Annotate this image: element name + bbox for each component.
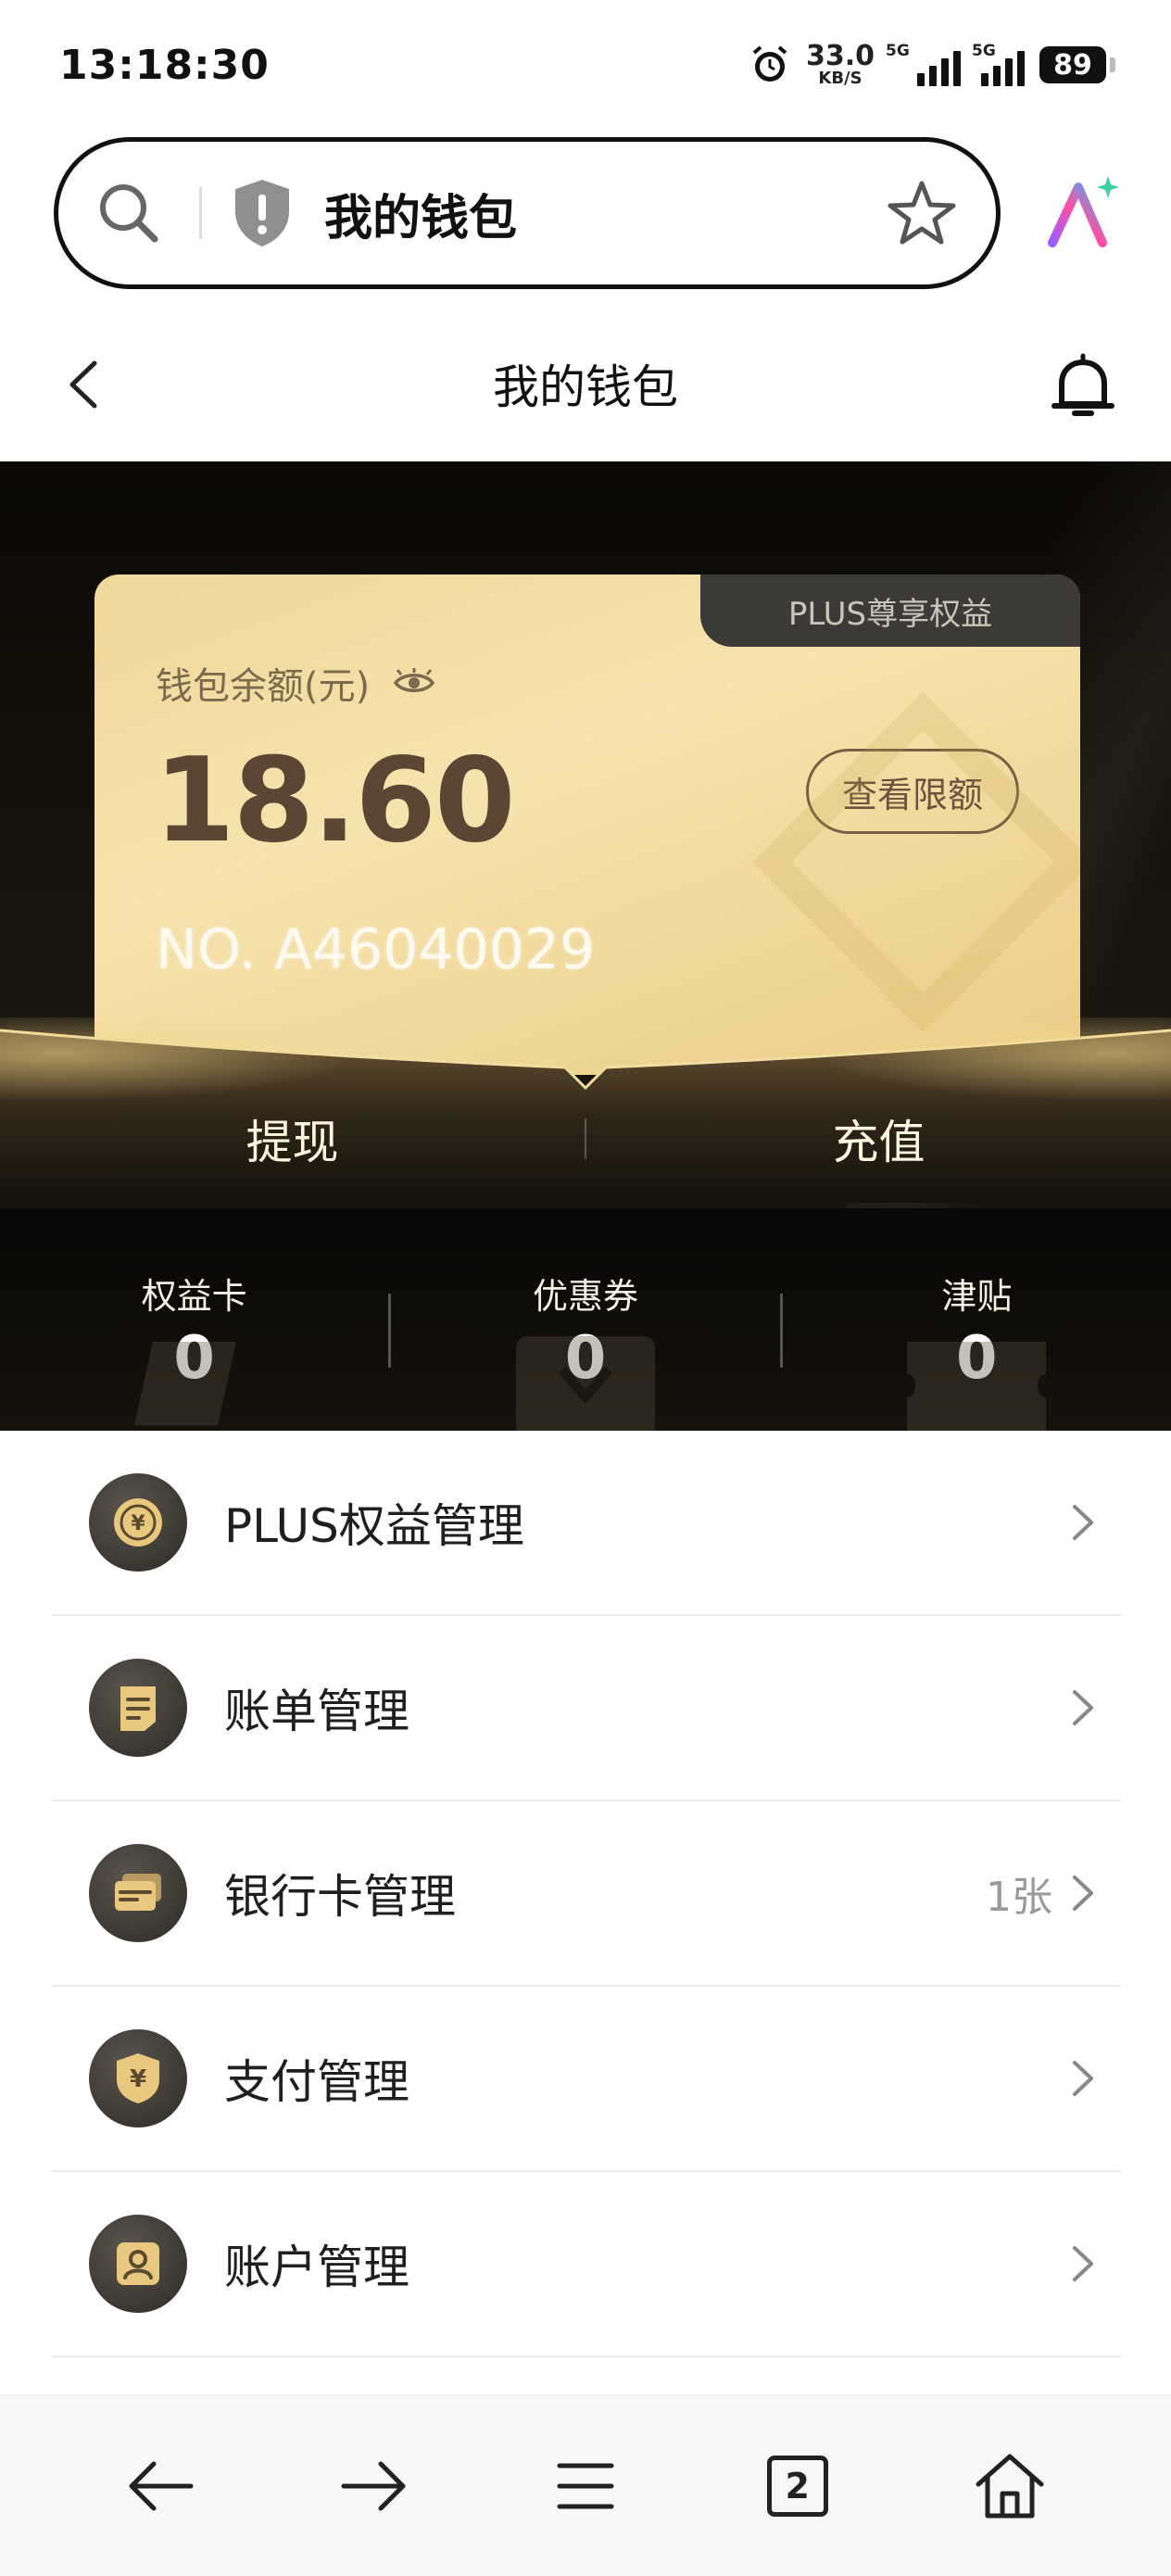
status-icons: 33.0 KB/S 5G 5G 89 — [749, 42, 1115, 87]
ai-assistant-icon[interactable] — [1041, 172, 1123, 254]
bank-card-icon — [89, 1844, 187, 1942]
nav-forward-button[interactable] — [327, 2440, 420, 2532]
net-speed-value: 33.0 — [805, 40, 875, 72]
signal-1-icon: 5G — [886, 42, 961, 86]
svg-text:¥: ¥ — [130, 2065, 146, 2093]
back-chevron-icon[interactable] — [56, 352, 111, 417]
menu-item-label: 账单管理 — [224, 1685, 409, 1738]
wallet-card: PLUS尊享权益 钱包余额(元) 18.60 查看限额 NO. A4604002… — [94, 575, 1080, 1075]
nav-back-button[interactable] — [115, 2440, 208, 2532]
nav-home-button[interactable] — [963, 2440, 1056, 2532]
stat-label: 权益卡 — [141, 1276, 247, 1317]
address-divider — [199, 187, 202, 239]
arrow-right-icon — [341, 2461, 406, 2510]
stat-label: 津贴 — [941, 1276, 1013, 1317]
status-bar: 13:18:30 33.0 KB/S 5G 5G 89 — [0, 0, 1171, 130]
bill-icon — [89, 1659, 187, 1757]
benefit-card-ghost-icon — [133, 1342, 236, 1425]
recharge-button[interactable]: 充值 — [586, 1105, 1171, 1172]
browser-address-row: 我的钱包 — [0, 135, 1171, 293]
battery-cap-icon — [1110, 57, 1115, 72]
menu-item-plus-benefits[interactable]: ¥ PLUS权益管理 — [52, 1431, 1121, 1616]
battery-indicator: 89 — [1039, 46, 1106, 83]
menu-item-label: 账户管理 — [224, 2241, 409, 2294]
chevron-right-icon — [1073, 2246, 1093, 2281]
chevron-right-icon — [1073, 1505, 1093, 1540]
stat-allowance[interactable]: 津贴 0 — [783, 1208, 1171, 1431]
chevron-right-icon — [1073, 2061, 1093, 2096]
menu-item-extra: 1张 — [986, 1874, 1052, 1921]
stat-coupon[interactable]: 优惠券 0 — [391, 1208, 779, 1431]
menu-item-label: 银行卡管理 — [224, 1870, 456, 1924]
wallet-card-number: NO. A46040029 — [156, 917, 596, 982]
browser-bottom-nav: 2 — [0, 2394, 1171, 2576]
search-icon[interactable] — [92, 176, 166, 250]
address-bar[interactable]: 我的钱包 — [54, 137, 1001, 289]
bell-icon[interactable] — [1049, 350, 1117, 424]
svg-text:¥: ¥ — [131, 1512, 145, 1535]
menu-item-bill[interactable]: 账单管理 — [52, 1616, 1121, 1801]
net-speed-unit: KB/S — [818, 69, 863, 88]
nav-tabs-button[interactable]: 2 — [751, 2440, 844, 2532]
tabs-count-icon: 2 — [766, 2455, 828, 2517]
allowance-ghost-icon — [907, 1342, 1047, 1431]
withdraw-button[interactable]: 提现 — [0, 1105, 585, 1172]
status-time: 13:18:30 — [59, 41, 270, 89]
home-icon — [976, 2454, 1044, 2518]
plus-coin-icon: ¥ — [89, 1473, 187, 1572]
signal-1-tag: 5G — [886, 42, 910, 60]
alarm-icon — [752, 45, 787, 82]
chevron-right-icon — [1073, 1690, 1093, 1725]
plus-benefits-tab[interactable]: PLUS尊享权益 — [700, 575, 1080, 647]
network-speed: 33.0 KB/S — [806, 43, 875, 87]
menu-item-account[interactable]: 账户管理 — [52, 2172, 1121, 2357]
page-header: 我的钱包 — [0, 306, 1171, 461]
signal-2-tag: 5G — [972, 42, 996, 60]
wallet-menu-list: ¥ PLUS权益管理 账单管理 银行卡管理 1张 ¥ 支付管理 账户管理 — [52, 1431, 1121, 2357]
shield-warning-icon[interactable] — [230, 176, 295, 250]
menu-item-label: PLUS权益管理 — [224, 1499, 524, 1553]
pay-shield-icon: ¥ — [89, 2029, 187, 2128]
view-limit-button[interactable]: 查看限额 — [806, 749, 1019, 834]
coupon-ghost-icon — [515, 1336, 655, 1431]
stat-label: 优惠券 — [532, 1276, 638, 1317]
menu-item-bank-card[interactable]: 银行卡管理 1张 — [52, 1801, 1121, 1987]
balance-label-text: 钱包余额(元) — [156, 665, 371, 708]
balance-amount: 18.60 — [154, 732, 516, 868]
balance-label: 钱包余额(元) — [156, 656, 436, 710]
page-title: 我的钱包 — [493, 360, 678, 414]
star-icon[interactable] — [885, 176, 959, 250]
chevron-right-icon — [1073, 1875, 1093, 1911]
signal-2-icon: 5G — [972, 42, 1025, 86]
address-title[interactable]: 我的钱包 — [324, 179, 885, 248]
wallet-stats: 权益卡 0 优惠券 0 津贴 0 — [0, 1208, 1171, 1431]
wallet-actions: 提现 充值 — [0, 1088, 1171, 1190]
menu-item-payment[interactable]: ¥ 支付管理 — [52, 1987, 1121, 2172]
arrow-left-icon — [129, 2461, 194, 2510]
menu-item-label: 支付管理 — [224, 2055, 409, 2109]
stat-benefit-card[interactable]: 权益卡 0 — [0, 1208, 388, 1431]
eye-icon[interactable] — [392, 667, 436, 699]
account-icon — [89, 2215, 187, 2313]
nav-menu-button[interactable] — [539, 2440, 632, 2532]
wallet-panel: PLUS尊享权益 钱包余额(元) 18.60 查看限额 NO. A4604002… — [0, 461, 1171, 1431]
menu-icon — [557, 2463, 614, 2508]
